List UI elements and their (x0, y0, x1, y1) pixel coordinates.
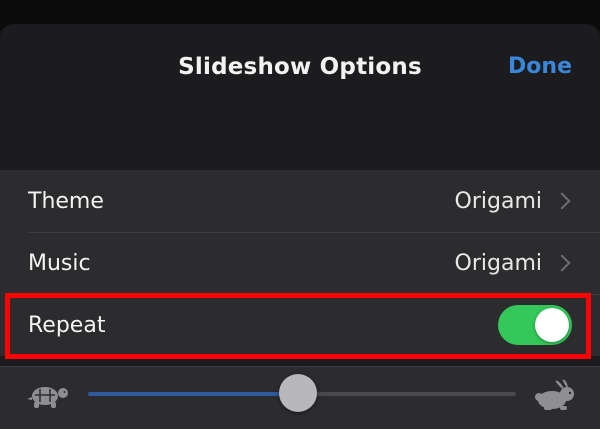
theme-row[interactable]: Theme Origami (0, 170, 600, 232)
options-group: Theme Origami Music Origami Repeat (0, 170, 600, 356)
repeat-row: Repeat (0, 294, 600, 356)
toggle-knob (535, 308, 569, 342)
slideshow-options-sheet: Slideshow Options Done Theme Origami Mus… (0, 24, 600, 429)
speed-row (0, 366, 600, 429)
done-button[interactable]: Done (508, 54, 572, 79)
repeat-label: Repeat (28, 312, 106, 338)
music-value: Origami (454, 250, 542, 276)
slider-fill (88, 392, 298, 396)
music-label: Music (28, 250, 91, 276)
chevron-right-icon (553, 192, 571, 210)
rabbit-icon (535, 379, 574, 410)
music-row[interactable]: Music Origami (0, 232, 600, 294)
speed-slider[interactable] (88, 374, 516, 414)
theme-value: Origami (454, 188, 542, 214)
turtle-icon (27, 387, 68, 408)
chevron-right-icon (553, 254, 571, 272)
sheet-header: Slideshow Options Done (0, 24, 600, 112)
repeat-toggle[interactable] (498, 305, 572, 345)
theme-label: Theme (28, 188, 104, 214)
slider-thumb[interactable] (278, 374, 317, 412)
